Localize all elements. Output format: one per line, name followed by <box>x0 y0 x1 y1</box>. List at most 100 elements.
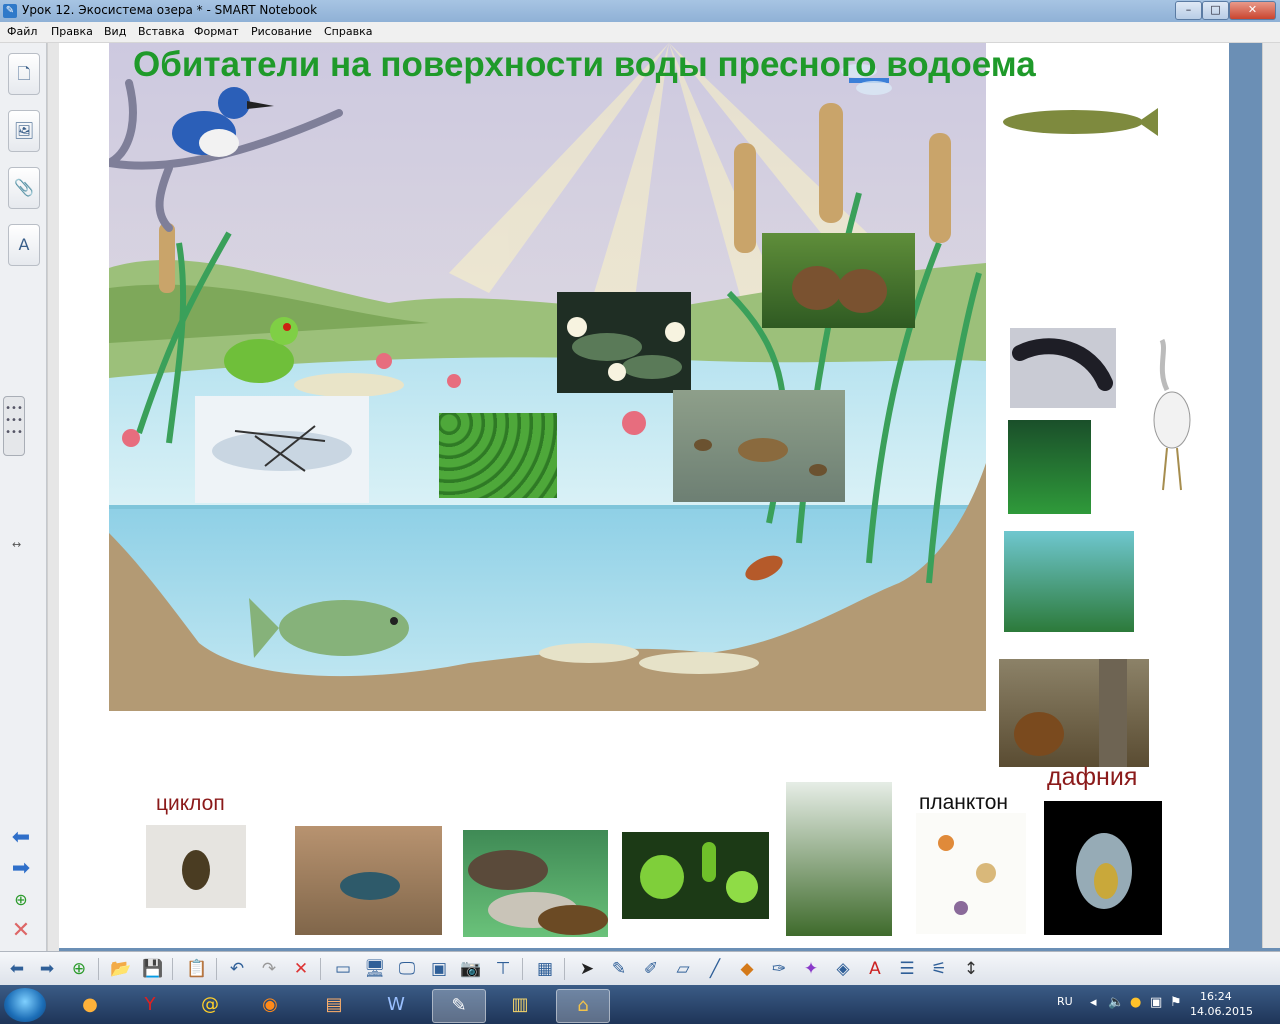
main-toolbar: ⬅ ➡ ⊕ 📂 💾 📋 ↶ ↷ ✕ ▭ 🖥 🖵 ▣ 📷 ⊤ ▦ ➤ ✎ ✐ ▱ … <box>0 951 1280 986</box>
volume-icon[interactable]: 🔈 <box>1108 995 1124 1010</box>
network-icon[interactable]: ▣ <box>1150 995 1162 1010</box>
delete-page-icon[interactable]: ✕ <box>8 920 34 944</box>
toolbar-separator <box>564 958 565 980</box>
gallery-icon[interactable]: 🖼 <box>8 110 40 152</box>
undo-icon[interactable]: ↶ <box>224 956 250 982</box>
slide-title[interactable]: Обитатели на поверхности воды пресного в… <box>133 45 1036 85</box>
menu-draw[interactable]: Рисование <box>251 25 312 38</box>
label-cyclops[interactable]: циклоп <box>156 792 225 816</box>
table-icon[interactable]: ▦ <box>532 956 558 982</box>
plankton-illustration <box>938 835 996 915</box>
menu-file[interactable]: Файл <box>7 25 37 38</box>
menu-view[interactable]: Вид <box>104 25 126 38</box>
menu-format[interactable]: Формат <box>194 25 239 38</box>
camera-icon[interactable]: 📷 <box>458 956 484 982</box>
next-page-icon[interactable]: ➡ <box>34 956 60 982</box>
magic-pen-icon[interactable]: ✦ <box>798 956 824 982</box>
fill-icon[interactable]: ◈ <box>830 956 856 982</box>
document-camera-icon[interactable]: ⊤ <box>490 956 516 982</box>
paste-icon[interactable]: 📋 <box>184 956 210 982</box>
label-daphnia[interactable]: дафния <box>1047 763 1137 792</box>
close-button[interactable]: ✕ <box>1229 1 1276 20</box>
duckweed-photo[interactable] <box>439 413 557 498</box>
properties-tool-icon[interactable]: ☰ <box>894 956 920 982</box>
tray-arrow-icon[interactable]: ◂ <box>1090 995 1097 1010</box>
page-sorter-icon[interactable]: 🗋 <box>8 53 40 95</box>
label-plankton[interactable]: планктон <box>919 791 1008 815</box>
hornwort-photo[interactable] <box>1008 420 1091 514</box>
open-folder-icon[interactable]: 📂 <box>108 956 134 982</box>
bacteria-photo[interactable] <box>622 832 769 919</box>
ducks-photo[interactable] <box>673 390 845 502</box>
move-toolbar-icon[interactable]: ↕ <box>958 956 984 982</box>
taskbar-app-firefox[interactable]: ◉ <box>244 989 296 1021</box>
underwater-grass-photo[interactable] <box>1004 531 1134 632</box>
save-icon[interactable]: 💾 <box>140 956 166 982</box>
beaver-photo[interactable] <box>999 659 1149 767</box>
forward-arrow-icon[interactable]: ➡ <box>8 858 34 882</box>
taskbar-app-mail[interactable]: @ <box>184 989 236 1021</box>
plankton-image[interactable] <box>916 813 1026 934</box>
menu-edit[interactable]: Правка <box>51 25 93 38</box>
pike-fish-image[interactable] <box>993 100 1158 145</box>
start-button[interactable] <box>4 988 46 1022</box>
taskbar-app-house[interactable]: ⌂ <box>556 989 610 1023</box>
side-scrollbar[interactable] <box>47 43 59 951</box>
attachments-icon[interactable]: 📎 <box>8 167 40 209</box>
taskbar-app-smart-notebook[interactable]: ✎ <box>432 989 486 1023</box>
menu-insert[interactable]: Вставка <box>138 25 185 38</box>
taskbar-app-firefox-ball[interactable]: ● <box>64 989 116 1021</box>
minimize-button[interactable]: – <box>1175 1 1202 20</box>
tray-app-icon[interactable]: ● <box>1130 995 1141 1010</box>
resize-icon[interactable]: ↔ <box>12 538 21 551</box>
add-page-icon-toolbar[interactable]: ⊕ <box>66 956 92 982</box>
reeds-photo[interactable] <box>786 782 892 936</box>
water-strider-photo[interactable] <box>195 396 369 503</box>
taskbar-app-yandex[interactable]: Y <box>124 989 176 1021</box>
creative-pen-icon[interactable]: ✐ <box>638 956 664 982</box>
transparent-background-icon[interactable]: 🖵 <box>394 956 420 982</box>
eraser-icon[interactable]: ▱ <box>670 956 696 982</box>
taskbar-app-pdf[interactable]: ▤ <box>308 989 360 1021</box>
clock-time[interactable]: 16:24 <box>1200 990 1232 1003</box>
properties-icon[interactable]: A <box>8 224 40 266</box>
leech-image <box>1012 338 1113 391</box>
panel-dock-handle[interactable]: ••• ••• ••• <box>3 396 25 456</box>
action-center-icon[interactable]: ⚑ <box>1170 995 1182 1010</box>
toolbar-separator <box>216 958 217 980</box>
taskbar: ● Y @ ◉ ▤ W ✎ ▥ ⌂ RU ◂ 🔈 ● ▣ ⚑ 16:24 14.… <box>0 985 1280 1024</box>
back-arrow-icon[interactable]: ⬅ <box>8 827 34 851</box>
select-icon[interactable]: ➤ <box>574 956 600 982</box>
crayfish-image <box>340 872 400 900</box>
maximize-button[interactable]: □ <box>1202 1 1229 20</box>
display-icon[interactable]: ▣ <box>426 956 452 982</box>
leech-photo[interactable] <box>1010 328 1116 408</box>
language-indicator[interactable]: RU <box>1057 995 1073 1008</box>
pen-icon[interactable]: ✎ <box>606 956 632 982</box>
taskbar-app-word[interactable]: W <box>370 989 422 1021</box>
menu-help[interactable]: Справка <box>324 25 372 38</box>
measurement-tools-icon[interactable]: ⚟ <box>926 956 952 982</box>
redo-icon[interactable]: ↷ <box>256 956 282 982</box>
cyclops-photo[interactable] <box>146 825 246 908</box>
pond-snails-photo[interactable] <box>762 233 915 328</box>
previous-page-icon[interactable]: ⬅ <box>4 956 30 982</box>
canvas-scrollbar[interactable] <box>1262 43 1280 948</box>
daphnia-photo[interactable] <box>1044 801 1162 935</box>
water-lilies-photo[interactable] <box>557 292 691 393</box>
delete-icon[interactable]: ✕ <box>288 956 314 982</box>
text-icon[interactable]: A <box>862 956 888 982</box>
crayfish-photo[interactable] <box>295 826 442 935</box>
bacteria-image <box>640 842 758 903</box>
heron-image[interactable] <box>1137 330 1207 500</box>
line-icon[interactable]: ╱ <box>702 956 728 982</box>
screen-shade-icon[interactable]: ▭ <box>330 956 356 982</box>
full-screen-icon[interactable]: 🖥 <box>362 956 388 982</box>
shapes-icon[interactable]: ◆ <box>734 956 760 982</box>
taskbar-app-explorer[interactable]: ▥ <box>494 989 546 1021</box>
shape-pen-icon[interactable]: ✑ <box>766 956 792 982</box>
mussels-photo[interactable] <box>463 830 608 937</box>
daphnia-image <box>1076 833 1132 909</box>
add-page-icon[interactable]: ⊕ <box>8 889 34 913</box>
clock-date[interactable]: 14.06.2015 <box>1190 1005 1253 1018</box>
